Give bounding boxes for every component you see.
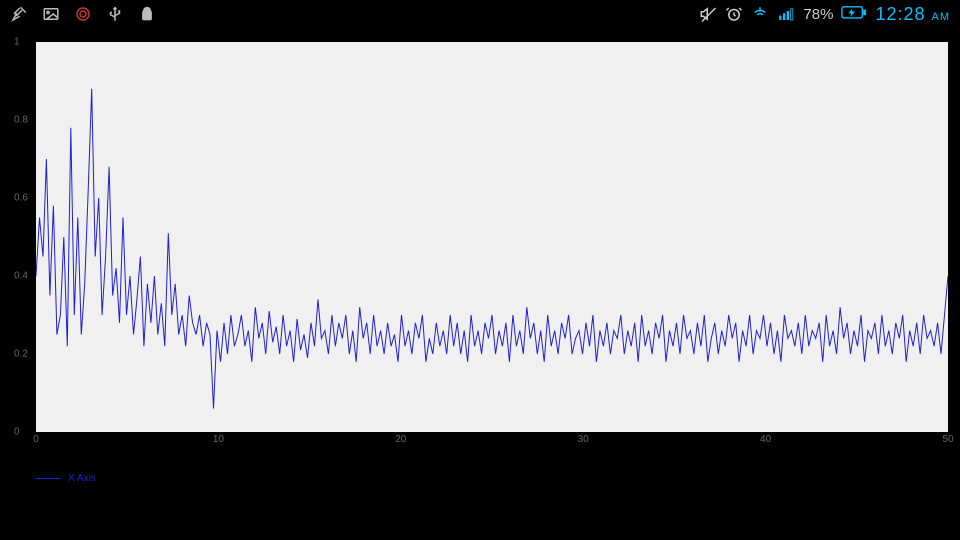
chart: 00.20.40.60.81 01020304050 X Axis bbox=[14, 42, 948, 462]
ytick: 1 bbox=[14, 37, 36, 48]
mute-icon bbox=[699, 5, 717, 23]
series-line bbox=[36, 89, 948, 409]
xtick: 20 bbox=[395, 434, 406, 445]
battery-icon bbox=[841, 5, 867, 23]
signal-icon bbox=[777, 5, 795, 23]
statusbar: 78% 12:28 AM bbox=[0, 0, 960, 28]
status-right: 78% 12:28 AM bbox=[699, 4, 950, 25]
xtick: 10 bbox=[213, 434, 224, 445]
ytick: 0.8 bbox=[14, 115, 36, 126]
line-chart-svg bbox=[36, 42, 948, 432]
battery-percent: 78% bbox=[803, 6, 833, 23]
legend-swatch bbox=[36, 478, 60, 479]
wifi-icon bbox=[751, 5, 769, 23]
broom-icon bbox=[10, 5, 28, 23]
legend-label: X Axis bbox=[68, 473, 96, 484]
image-icon bbox=[42, 5, 60, 23]
ytick: 0.2 bbox=[14, 349, 36, 360]
ytick: 0.6 bbox=[14, 193, 36, 204]
alarm-icon bbox=[725, 5, 743, 23]
x-axis-ticks: 01020304050 bbox=[36, 434, 948, 448]
status-left-icons bbox=[10, 5, 156, 23]
y-axis-ticks: 00.20.40.60.81 bbox=[14, 42, 36, 432]
legend: X Axis bbox=[36, 473, 96, 484]
xtick: 0 bbox=[33, 434, 39, 445]
usb-icon bbox=[106, 5, 124, 23]
xtick: 50 bbox=[942, 434, 953, 445]
xtick: 30 bbox=[578, 434, 589, 445]
status-clock: 12:28 AM bbox=[875, 4, 950, 25]
ytick: 0.4 bbox=[14, 271, 36, 282]
android-icon bbox=[138, 5, 156, 23]
target-icon bbox=[74, 5, 92, 23]
plot-area[interactable] bbox=[36, 42, 948, 432]
xtick: 40 bbox=[760, 434, 771, 445]
